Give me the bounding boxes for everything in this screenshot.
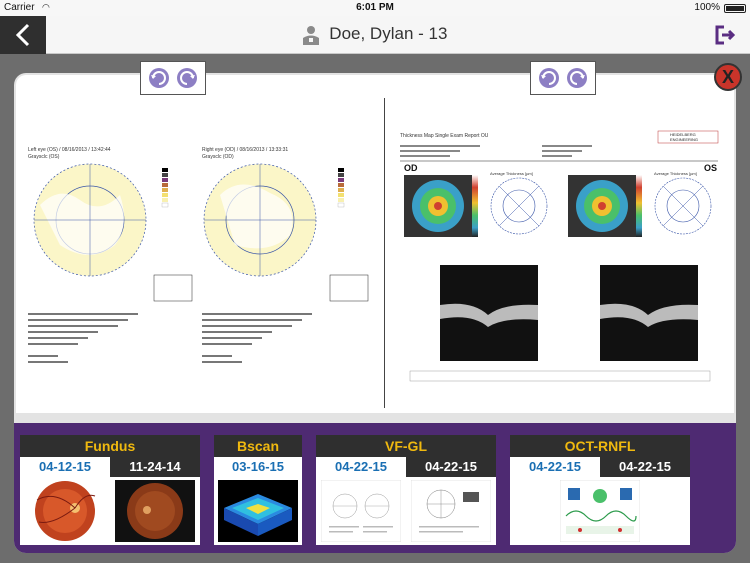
thumbnail-strip: Fundus 04-12-15 11-24-14 Bscan 03-16-15 … — [14, 423, 736, 553]
date-tab[interactable]: 11-24-14 — [110, 457, 200, 477]
rotate-icon — [149, 68, 197, 88]
right-legend — [337, 168, 345, 208]
fundus-image — [115, 480, 195, 542]
left-eye-sub: Graysclc (OS) — [28, 154, 60, 160]
nav-bar: Doe, Dylan - 13 — [0, 16, 750, 54]
date-tab[interactable]: 04-22-15 — [406, 457, 496, 477]
group-bscan: Bscan 03-16-15 — [214, 435, 302, 545]
group-thumbnails — [510, 477, 690, 545]
group-dates: 03-16-15 — [214, 457, 302, 477]
patient-title: Doe, Dylan - 13 — [0, 24, 750, 45]
left-eye-title: Left eye (OS) / 08/16/2013 / 13:42:44 — [28, 147, 111, 153]
od-sector-chart — [490, 177, 548, 235]
battery-percent: 100% — [694, 2, 720, 13]
report-title: Thickness Map Single Exam Report OU — [400, 133, 489, 139]
thumbnail-bscan-1[interactable] — [214, 477, 302, 545]
left-eye-field — [33, 163, 147, 277]
patient-name: Doe, Dylan - 13 — [329, 24, 448, 43]
logout-icon — [715, 25, 736, 45]
od-fundus-map — [404, 175, 472, 237]
group-title-fundus: Fundus — [84, 438, 136, 454]
group-thumbnails — [316, 477, 496, 545]
left-document: Left eye (OS) / 08/16/2013 / 13:42:44 Gr… — [28, 147, 369, 363]
date-tab[interactable]: 04-22-15 — [316, 457, 406, 477]
main-panel: Left eye (OS) / 08/16/2013 / 13:42:44 Gr… — [14, 61, 742, 553]
thumbnail-fundus-2[interactable] — [110, 477, 200, 545]
group-title-bscan: Bscan — [236, 438, 280, 454]
thumbnail-oct-rnfl-1[interactable] — [510, 477, 690, 545]
od-color-scale — [472, 175, 478, 237]
fundus-image — [25, 480, 105, 542]
close-icon: X — [721, 66, 734, 87]
notes-box — [409, 370, 711, 382]
date-tab[interactable]: 04-12-15 — [20, 457, 110, 477]
document-viewer: Left eye (OS) / 08/16/2013 / 13:42:44 Gr… — [16, 75, 734, 415]
rotate-right-doc-button[interactable] — [530, 61, 596, 95]
left-legend — [161, 168, 169, 208]
os-avg-label: Average Thickness [µm] — [654, 171, 697, 176]
viewer-thumbs-gap — [14, 413, 736, 423]
thumbnail-vf-gl-2[interactable] — [406, 477, 496, 545]
os-color-scale — [636, 175, 642, 237]
group-oct-rnfl: OCT-RNFL 04-22-15 04-22-15 — [510, 435, 690, 545]
battery-icon — [724, 4, 746, 13]
logout-button[interactable] — [714, 24, 736, 46]
date-tab[interactable]: 04-22-15 — [600, 457, 690, 477]
group-dates: 04-22-15 04-22-15 — [510, 457, 690, 477]
os-sector-chart — [654, 177, 712, 235]
os-fundus-map — [568, 175, 636, 237]
date-tab[interactable]: 04-22-15 — [510, 457, 600, 477]
thumbnail-vf-gl-1[interactable] — [316, 477, 406, 545]
status-time: 6:01 PM — [356, 2, 394, 13]
group-dates: 04-22-15 04-22-15 — [316, 457, 496, 477]
group-dates: 04-12-15 11-24-14 — [20, 457, 200, 477]
od-avg-label: Average Thickness [µm] — [490, 171, 533, 176]
group-vf-gl: VF-GL 04-22-15 04-22-15 — [316, 435, 496, 545]
thumbnail-fundus-1[interactable] — [20, 477, 110, 545]
right-params — [202, 313, 312, 363]
rotate-icon — [539, 68, 587, 88]
left-params — [28, 313, 138, 363]
user-badge-icon — [302, 25, 319, 45]
patient-info-block — [400, 145, 592, 157]
right-eye-sub: Graysclc (OD) — [202, 154, 234, 160]
close-button[interactable]: X — [714, 63, 742, 91]
group-title-oct-rnfl: OCT-RNFL — [564, 438, 636, 454]
bscan-os — [600, 265, 698, 361]
right-document: Thickness Map Single Exam Report OU HEID… — [400, 130, 719, 382]
right-eye-field — [203, 163, 317, 277]
bscan-3d-image — [218, 480, 298, 542]
date-tab[interactable]: 03-16-15 — [214, 457, 302, 477]
brand-line2: ENGINEERING — [670, 137, 698, 142]
visual-field-doc-image — [321, 480, 401, 542]
left-stats-box — [153, 274, 193, 302]
viewer-divider — [384, 98, 385, 408]
group-title-vf-gl: VF-GL — [385, 438, 427, 454]
visual-field-doc-image — [411, 480, 491, 542]
rotate-left-doc-button[interactable] — [140, 61, 206, 95]
oct-rnfl-report-image — [560, 480, 640, 542]
od-label: OD — [404, 163, 418, 173]
right-stats-box — [329, 274, 369, 302]
right-eye-title: Right eye (OD) / 08/16/2013 / 13:33:31 — [202, 147, 288, 153]
bscan-od — [440, 265, 538, 361]
group-thumbnails — [20, 477, 200, 545]
status-bar: Carrier ◠ 6:01 PM 100% — [0, 0, 750, 16]
group-thumbnails — [214, 477, 302, 545]
group-fundus: Fundus 04-12-15 11-24-14 — [20, 435, 200, 545]
os-label: OS — [704, 163, 717, 173]
